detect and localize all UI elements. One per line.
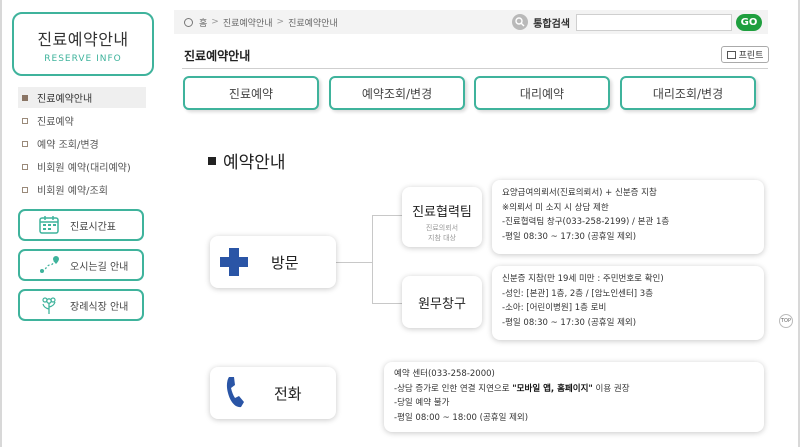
- connector-line: [372, 215, 373, 303]
- breadcrumb-item[interactable]: 진료예약안내: [223, 16, 273, 29]
- phone-info-emphasis: "모바일 앱, 홈페이지": [512, 383, 593, 394]
- section-bullet: [208, 156, 216, 165]
- visit-card: 방문: [210, 236, 336, 288]
- bullet-icon: [22, 186, 28, 193]
- bullet-icon: [22, 163, 28, 170]
- phone-label: 전화: [274, 384, 302, 403]
- phone-info-card: 예약 센터(033-258-2000) -상담 증가로 인한 연결 지연으로 "…: [384, 362, 764, 432]
- phone-info-line: -당일 예약 불가: [394, 398, 450, 408]
- phone-info-text: -상담 증가로 인한 연결 지연으로: [394, 383, 513, 394]
- sidebar-item-label: 비회원 예약/조회: [37, 186, 108, 197]
- timetable-label: 진료시간표: [70, 221, 116, 233]
- sidebar-title-box: 진료예약안내 RESERVE INFO: [12, 12, 154, 76]
- bullet-icon: [22, 94, 28, 101]
- bullet-icon: [22, 117, 28, 124]
- sidebar-item-guest-proxy[interactable]: 비회원 예약(대리예약): [18, 156, 146, 177]
- window-desk-title: 원무창구: [418, 296, 466, 312]
- window-info-line: -성인: [본관] 1층, 2층 / [암노인센터] 3층: [502, 288, 654, 299]
- sidebar-item-guest-lookup[interactable]: 비회원 예약/조회: [18, 179, 146, 200]
- plus-icon: [219, 247, 249, 277]
- connector-line: [372, 215, 402, 216]
- phone-info-line: -상담 증가로 인한 연결 지연으로 "모바일 앱, 홈페이지" 이용 권장: [394, 382, 754, 397]
- window-desk-card: 원무창구: [402, 276, 482, 328]
- sidebar-item-label: 진료예약안내: [37, 94, 93, 105]
- partner-team-card: 진료협력팀 진료의뢰서 지참 대상: [402, 187, 482, 247]
- phone-info-line: 예약 센터(033-258-2000): [394, 369, 495, 379]
- breadcrumb-item[interactable]: 진료예약안내: [288, 16, 338, 29]
- window-info-line: 신분증 지참(만 19세 미만 : 주민번호로 확인): [502, 274, 664, 284]
- partner-team-title: 진료협력팀: [412, 205, 472, 220]
- print-label: 프린트: [738, 51, 764, 61]
- search-input[interactable]: [576, 13, 732, 31]
- window-info-card: 신분증 지참(만 19세 미만 : 주민번호로 확인) -성인: [본관] 1층…: [492, 266, 764, 340]
- sidebar-item-label: 진료예약: [37, 117, 74, 128]
- funeral-hall-label: 장례식장 안내: [70, 301, 129, 313]
- tab-proxy-lookup-change[interactable]: 대리조회/변경: [620, 76, 756, 110]
- phone-info-line: -평일 08:00 ~ 18:00 (공휴일 제외): [394, 412, 529, 423]
- top-bar: 홈 > 진료예약안내 > 진료예약안내 통합검색 GO: [174, 10, 768, 34]
- directions-label: 오시는길 안내: [70, 261, 129, 273]
- breadcrumb-separator: >: [276, 17, 285, 27]
- section-heading: 예약안내: [208, 148, 286, 173]
- directions-button[interactable]: 오시는길 안내: [18, 249, 144, 281]
- connector-line: [336, 262, 372, 263]
- connector-line: [372, 303, 402, 304]
- sidebar-item-label: 예약 조회/변경: [37, 140, 99, 151]
- map-route-icon: [38, 255, 60, 275]
- search-icon: [512, 14, 529, 30]
- phone-card: 전화: [210, 367, 336, 419]
- partner-info-line: 요양급여의뢰서(진료의뢰서) + 신분증 지참: [502, 188, 657, 198]
- funeral-hall-button[interactable]: 장례식장 안내: [18, 289, 144, 321]
- visit-label: 방문: [271, 253, 299, 272]
- flower-icon: [38, 295, 60, 315]
- sidebar-item-lookup-change[interactable]: 예약 조회/변경: [18, 133, 146, 154]
- partner-info-line: -진료협력팀 창구(033-258-2199) / 본관 1층: [502, 217, 670, 227]
- partner-team-sub2: 지참 대상: [428, 234, 456, 242]
- tab-reservation[interactable]: 진료예약: [183, 76, 319, 110]
- sidebar-subtitle: RESERVE INFO: [44, 54, 122, 64]
- window-left-border: [0, 0, 2, 447]
- timetable-button[interactable]: 진료시간표: [18, 209, 144, 241]
- calendar-icon: [38, 215, 60, 235]
- printer-icon: [726, 50, 736, 59]
- search-area: 통합검색 GO: [512, 13, 768, 31]
- partner-info-line: -평일 08:30 ~ 17:30 (공휴일 제외): [502, 231, 637, 242]
- window-info-line: -소아: [어린이병원] 1층 로비: [502, 303, 607, 313]
- tab-lookup-change[interactable]: 예약조회/변경: [329, 76, 465, 110]
- partner-info-line: ※의뢰서 미 소지 시 상담 제한: [502, 202, 609, 213]
- sidebar-item-reservation-guide[interactable]: 진료예약안내: [18, 87, 146, 108]
- print-button[interactable]: 프린트: [721, 46, 769, 63]
- sidebar-title: 진료예약안내: [37, 30, 129, 49]
- breadcrumb-separator: >: [211, 17, 219, 27]
- search-label: 통합검색: [533, 18, 570, 30]
- home-icon[interactable]: [184, 17, 193, 27]
- sidebar-item-label: 비회원 예약(대리예약): [37, 163, 131, 174]
- breadcrumb-home[interactable]: 홈: [199, 16, 207, 29]
- sidebar-item-reservation[interactable]: 진료예약: [18, 110, 146, 131]
- sidebar-menu: 진료예약안내 진료예약 예약 조회/변경 비회원 예약(대리예약) 비회원 예약…: [18, 87, 146, 202]
- page-title: 진료예약안내: [184, 49, 251, 63]
- phone-info-text: 이용 권장: [592, 383, 630, 394]
- window-info-line: -평일 08:30 ~ 17:30 (공휴일 제외): [502, 317, 637, 328]
- search-go-button[interactable]: GO: [736, 13, 762, 31]
- tab-proxy-reservation[interactable]: 대리예약: [474, 76, 610, 110]
- phone-icon: [224, 375, 246, 411]
- scroll-top-button[interactable]: TOP: [779, 314, 793, 328]
- bullet-icon: [22, 140, 28, 147]
- partner-info-card: 요양급여의뢰서(진료의뢰서) + 신분증 지참 ※의뢰서 미 소지 시 상담 제…: [492, 180, 764, 254]
- partner-team-sub1: 진료의뢰서: [425, 224, 459, 232]
- title-divider: [182, 68, 768, 69]
- section-title: 예약안내: [223, 153, 286, 173]
